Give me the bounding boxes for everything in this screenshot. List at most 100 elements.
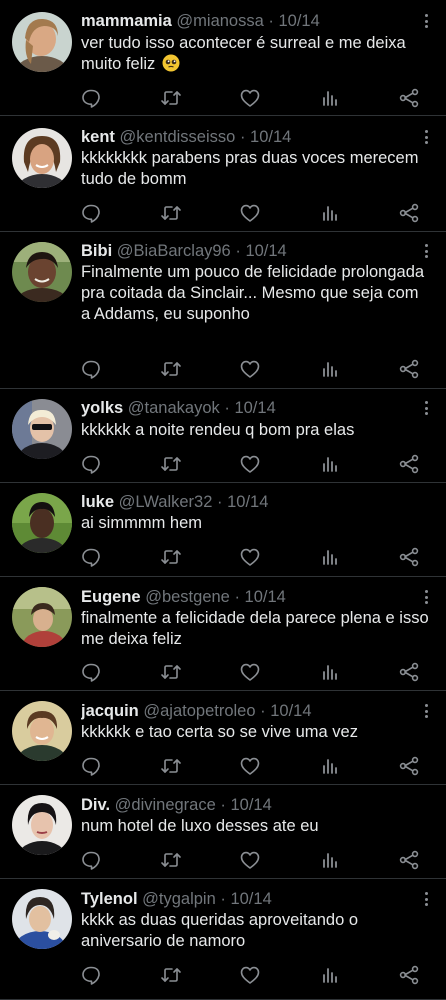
username[interactable]: @ajatopetroleo: [143, 702, 255, 720]
display-name[interactable]: jacquin: [81, 702, 139, 720]
tweet[interactable]: luke @LWalker32 · 10/14 ai simmmm hem: [0, 483, 446, 577]
views-icon[interactable]: [319, 849, 341, 871]
share-icon[interactable]: [398, 755, 420, 777]
views-icon[interactable]: [319, 358, 341, 380]
tweet-text: finalmente a felicidade dela parece plen…: [81, 608, 432, 650]
views-icon[interactable]: [319, 87, 341, 109]
like-icon[interactable]: [239, 661, 261, 683]
more-options-icon[interactable]: [418, 126, 434, 148]
share-icon[interactable]: [398, 964, 420, 986]
timestamp[interactable]: 10/14: [270, 702, 311, 720]
share-icon[interactable]: [398, 661, 420, 683]
reply-icon[interactable]: [80, 964, 102, 986]
separator: ·: [220, 890, 226, 908]
tweet[interactable]: Bibi @BiaBarclay96 · 10/14 Finalmente um…: [0, 232, 446, 389]
tweet[interactable]: mammamia @mianossa · 10/14 ver tudo isso…: [0, 0, 446, 116]
timestamp[interactable]: 10/14: [230, 796, 271, 814]
like-icon[interactable]: [239, 964, 261, 986]
display-name[interactable]: Div.: [81, 796, 110, 814]
avatar[interactable]: [12, 889, 72, 949]
display-name[interactable]: Bibi: [81, 242, 112, 260]
display-name[interactable]: luke: [81, 493, 114, 511]
tweet[interactable]: kent @kentdisseisso · 10/14 kkkkkkkk par…: [0, 116, 446, 232]
views-icon[interactable]: [319, 546, 341, 568]
like-icon[interactable]: [239, 358, 261, 380]
reply-icon[interactable]: [80, 87, 102, 109]
retweet-icon[interactable]: [160, 453, 182, 475]
reply-icon[interactable]: [80, 661, 102, 683]
more-options-icon[interactable]: [418, 240, 434, 262]
like-icon[interactable]: [239, 849, 261, 871]
views-icon[interactable]: [319, 755, 341, 777]
tweet[interactable]: yolks @tanakayok · 10/14 kkkkkk a noite …: [0, 389, 446, 483]
share-icon[interactable]: [398, 202, 420, 224]
views-icon[interactable]: [319, 661, 341, 683]
display-name[interactable]: mammamia: [81, 12, 172, 30]
username[interactable]: @kentdisseisso: [120, 128, 236, 146]
more-options-icon[interactable]: [418, 700, 434, 722]
timestamp[interactable]: 10/14: [227, 493, 268, 511]
retweet-icon[interactable]: [160, 546, 182, 568]
timestamp[interactable]: 10/14: [278, 12, 319, 30]
views-icon[interactable]: [319, 202, 341, 224]
share-icon[interactable]: [398, 849, 420, 871]
share-icon[interactable]: [398, 546, 420, 568]
share-icon[interactable]: [398, 87, 420, 109]
display-name[interactable]: kent: [81, 128, 115, 146]
display-name[interactable]: yolks: [81, 399, 123, 417]
like-icon[interactable]: [239, 755, 261, 777]
username[interactable]: @LWalker32: [119, 493, 213, 511]
more-options-icon[interactable]: [418, 10, 434, 32]
views-icon[interactable]: [319, 964, 341, 986]
avatar[interactable]: [12, 795, 72, 855]
retweet-icon[interactable]: [160, 87, 182, 109]
avatar[interactable]: [12, 128, 72, 188]
username[interactable]: @mianossa: [176, 12, 263, 30]
like-icon[interactable]: [239, 453, 261, 475]
retweet-icon[interactable]: [160, 202, 182, 224]
retweet-icon[interactable]: [160, 755, 182, 777]
avatar[interactable]: [12, 493, 72, 553]
reply-icon[interactable]: [80, 755, 102, 777]
display-name[interactable]: Tylenol: [81, 890, 138, 908]
reply-icon[interactable]: [80, 202, 102, 224]
like-icon[interactable]: [239, 87, 261, 109]
avatar[interactable]: [12, 242, 72, 302]
tweet[interactable]: Eugene @bestgene · 10/14 finalmente a fe…: [0, 577, 446, 691]
retweet-icon[interactable]: [160, 358, 182, 380]
more-options-icon[interactable]: [418, 397, 434, 419]
more-options-icon[interactable]: [418, 888, 434, 910]
timestamp[interactable]: 10/14: [250, 128, 291, 146]
avatar[interactable]: [12, 399, 72, 459]
timestamp[interactable]: 10/14: [230, 890, 271, 908]
reply-icon[interactable]: [80, 546, 102, 568]
tweet[interactable]: Tylenol @tygalpin · 10/14 kkkk as duas q…: [0, 879, 446, 1000]
avatar[interactable]: [12, 587, 72, 647]
tweet-header: kent @kentdisseisso · 10/14: [81, 126, 420, 148]
display-name[interactable]: Eugene: [81, 588, 141, 606]
username[interactable]: @tanakayok: [128, 399, 220, 417]
more-options-icon[interactable]: [418, 586, 434, 608]
username[interactable]: @tygalpin: [142, 890, 216, 908]
username[interactable]: @bestgene: [145, 588, 230, 606]
retweet-icon[interactable]: [160, 849, 182, 871]
avatar[interactable]: [12, 701, 72, 761]
like-icon[interactable]: [239, 546, 261, 568]
share-icon[interactable]: [398, 453, 420, 475]
timestamp[interactable]: 10/14: [245, 242, 286, 260]
retweet-icon[interactable]: [160, 964, 182, 986]
timestamp[interactable]: 10/14: [245, 588, 286, 606]
share-icon[interactable]: [398, 358, 420, 380]
timestamp[interactable]: 10/14: [234, 399, 275, 417]
retweet-icon[interactable]: [160, 661, 182, 683]
username[interactable]: @BiaBarclay96: [117, 242, 231, 260]
like-icon[interactable]: [239, 202, 261, 224]
tweet[interactable]: jacquin @ajatopetroleo · 10/14 kkkkkk e …: [0, 691, 446, 785]
views-icon[interactable]: [319, 453, 341, 475]
reply-icon[interactable]: [80, 358, 102, 380]
username[interactable]: @divinegrace: [115, 796, 216, 814]
avatar[interactable]: [12, 12, 72, 72]
reply-icon[interactable]: [80, 453, 102, 475]
reply-icon[interactable]: [80, 849, 102, 871]
tweet[interactable]: Div. @divinegrace · 10/14 num hotel de l…: [0, 785, 446, 879]
